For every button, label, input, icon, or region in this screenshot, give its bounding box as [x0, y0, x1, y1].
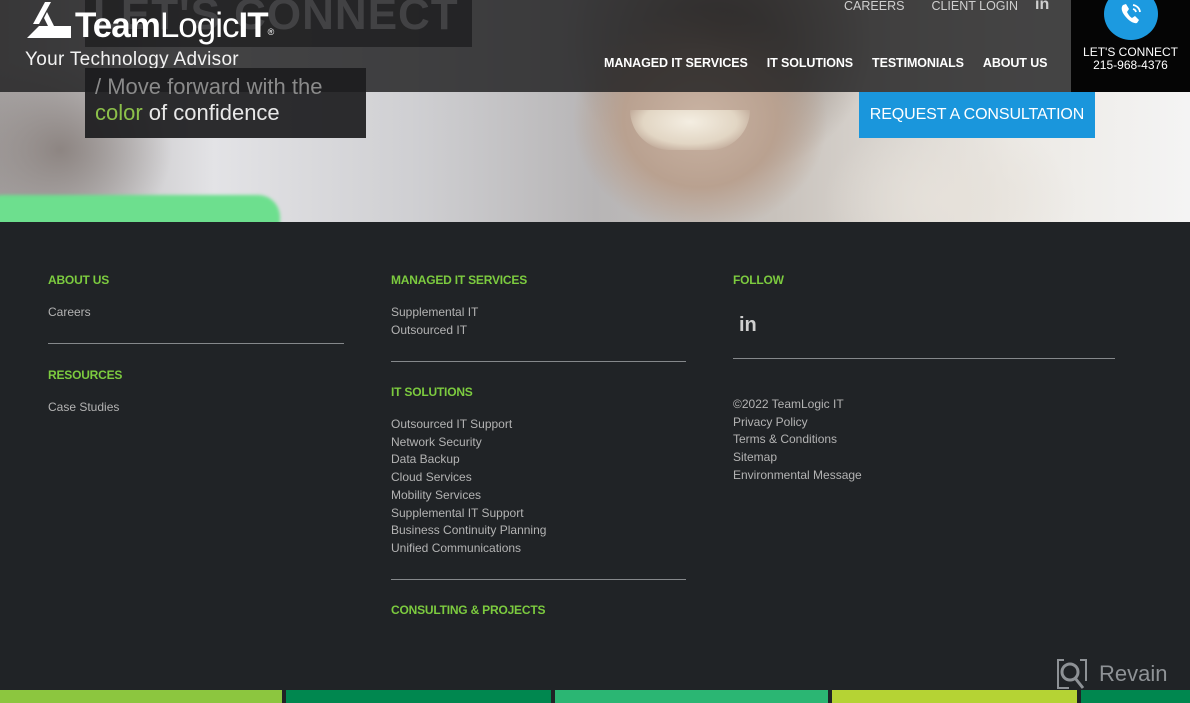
nav-managed-it-services[interactable]: MANAGED IT SERVICES [604, 56, 748, 70]
phone-circle [1104, 0, 1158, 40]
footer-link-mobility-services[interactable]: Mobility Services [391, 487, 546, 505]
slogan-accent: color [95, 100, 143, 125]
footer-divider [391, 579, 686, 580]
footer-link-supplemental-it-support[interactable]: Supplemental IT Support [391, 505, 546, 523]
footer-link-business-continuity[interactable]: Business Continuity Planning [391, 522, 546, 540]
slogan-line-1: / Move forward with the [95, 74, 323, 99]
footer-link-terms[interactable]: Terms & Conditions [733, 431, 862, 449]
nav-it-solutions[interactable]: IT SOLUTIONS [767, 56, 853, 70]
footer-link-case-studies[interactable]: Case Studies [48, 399, 119, 417]
util-nav-client-login[interactable]: CLIENT LOGIN [931, 0, 1018, 12]
logo-word-logic: Logic [159, 6, 240, 45]
footer-link-careers[interactable]: Careers [48, 304, 91, 322]
nav-testimonials[interactable]: TESTIMONIALS [872, 56, 964, 70]
request-consultation-button[interactable]: REQUEST A CONSULTATION [859, 92, 1095, 138]
footer-legal-links: ©2022 TeamLogic IT Privacy Policy Terms … [733, 396, 862, 485]
registered-mark: ® [267, 27, 275, 37]
footer-link-data-backup[interactable]: Data Backup [391, 451, 546, 469]
linkedin-icon[interactable]: in [1035, 0, 1049, 14]
revain-label: Revain [1099, 661, 1168, 686]
color-bar [286, 690, 552, 703]
phone-number[interactable]: 215-968-4376 [1071, 58, 1190, 72]
footer-divider [391, 361, 686, 362]
logo-word-team: Team [75, 6, 161, 45]
hero-photo-detail [630, 110, 750, 150]
hero-slogan: / Move forward with the color of confide… [85, 68, 366, 138]
revain-watermark: Revain [1055, 657, 1167, 691]
lets-connect-box[interactable]: LET'S CONNECT 215-968-4376 [1071, 0, 1190, 92]
footer-link-network-security[interactable]: Network Security [391, 434, 546, 452]
footer-link-outsourced-it-support[interactable]: Outsourced IT Support [391, 416, 546, 434]
footer-link-sitemap[interactable]: Sitemap [733, 449, 862, 467]
hero-green-shape [0, 195, 280, 222]
footer-link-environmental-message[interactable]: Environmental Message [733, 467, 862, 485]
nav-about-us[interactable]: ABOUT US [983, 56, 1048, 70]
lets-connect-label: LET'S CONNECT [1083, 45, 1178, 59]
slogan-line-2-rest: of confidence [142, 100, 280, 125]
logo-wordmark: TeamLogicIT® [75, 6, 274, 46]
footer-links-it-solutions: Outsourced IT Support Network Security D… [391, 416, 546, 558]
footer-divider [48, 343, 344, 344]
footer-color-bars [0, 690, 1190, 703]
site-footer: ABOUT US Careers RESOURCES Case Studies … [0, 222, 1190, 690]
footer-heading-consulting-projects[interactable]: CONSULTING & PROJECTS [391, 603, 545, 617]
footer-divider [733, 358, 1115, 359]
footer-link-privacy-policy[interactable]: Privacy Policy [733, 414, 862, 432]
footer-heading-resources: RESOURCES [48, 368, 123, 382]
color-bar [831, 690, 1078, 703]
color-bar [555, 690, 828, 703]
footer-links-about-us: Careers [48, 304, 91, 322]
util-nav-careers[interactable]: CAREERS [844, 0, 904, 12]
footer-linkedin-icon[interactable]: in [739, 314, 757, 337]
footer-link-outsourced-it[interactable]: Outsourced IT [391, 322, 478, 340]
footer-heading-it-solutions: IT SOLUTIONS [391, 385, 473, 399]
footer-links-resources: Case Studies [48, 399, 119, 417]
footer-heading-follow: FOLLOW [733, 273, 784, 287]
footer-heading-about-us: ABOUT US [48, 273, 110, 287]
logo-word-it: IT [238, 6, 269, 45]
footer-link-unified-communications[interactable]: Unified Communications [391, 540, 546, 558]
footer-links-managed-it: Supplemental IT Outsourced IT [391, 304, 478, 339]
footer-heading-managed-it: MANAGED IT SERVICES [391, 273, 527, 287]
footer-link-supplemental-it[interactable]: Supplemental IT [391, 304, 478, 322]
slogan-line-2: color of confidence [95, 98, 356, 128]
main-nav: MANAGED IT SERVICES IT SOLUTIONS TESTIMO… [604, 56, 1047, 70]
footer-link-cloud-services[interactable]: Cloud Services [391, 469, 546, 487]
utility-nav: CAREERS CLIENT LOGIN [844, 0, 1018, 12]
color-bar [0, 690, 283, 703]
phone-icon [1121, 4, 1141, 24]
logo-mark-icon [27, 2, 71, 38]
footer-copyright: ©2022 TeamLogic IT [733, 397, 844, 411]
revain-logo-icon [1057, 659, 1087, 689]
color-bar [1081, 690, 1190, 703]
